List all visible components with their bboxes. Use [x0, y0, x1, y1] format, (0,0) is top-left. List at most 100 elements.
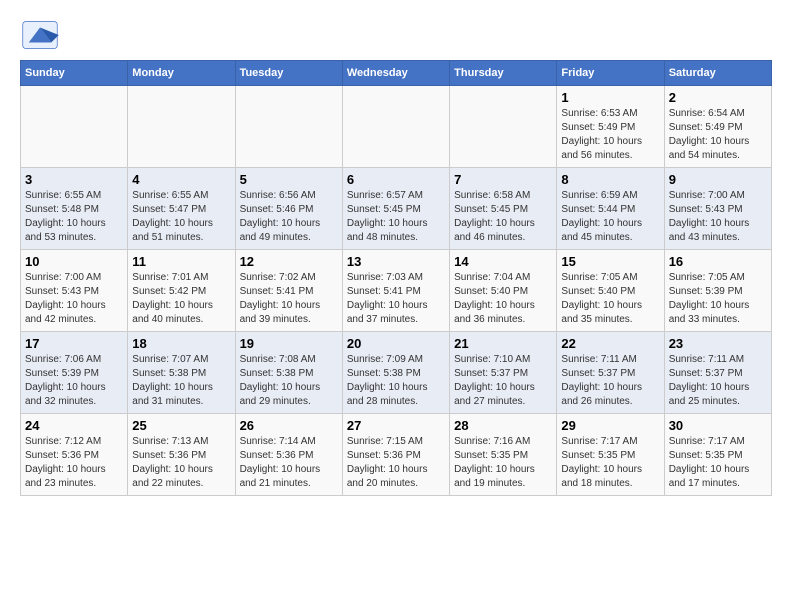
day-number: 17	[25, 336, 123, 351]
day-info: Sunrise: 7:12 AM Sunset: 5:36 PM Dayligh…	[25, 435, 123, 491]
calendar-cell: 10 Sunrise: 7:00 AM Sunset: 5:43 PM Dayli…	[21, 250, 128, 332]
day-number: 12	[240, 254, 338, 269]
calendar-week-3: 10 Sunrise: 7:00 AM Sunset: 5:43 PM Dayli…	[21, 250, 772, 332]
calendar-week-1: 1 Sunrise: 6:53 AM Sunset: 5:49 PM Daylig…	[21, 86, 772, 168]
calendar-cell: 19 Sunrise: 7:08 AM Sunset: 5:38 PM Dayli…	[235, 332, 342, 414]
day-info: Sunrise: 7:06 AM Sunset: 5:39 PM Dayligh…	[25, 353, 123, 409]
day-number: 5	[240, 172, 338, 187]
day-info: Sunrise: 6:54 AM Sunset: 5:49 PM Dayligh…	[669, 107, 767, 163]
day-info: Sunrise: 6:55 AM Sunset: 5:48 PM Dayligh…	[25, 189, 123, 245]
day-info: Sunrise: 7:07 AM Sunset: 5:38 PM Dayligh…	[132, 353, 230, 409]
calendar-cell: 5 Sunrise: 6:56 AM Sunset: 5:46 PM Daylig…	[235, 168, 342, 250]
calendar-cell: 26 Sunrise: 7:14 AM Sunset: 5:36 PM Dayli…	[235, 414, 342, 496]
day-number: 9	[669, 172, 767, 187]
calendar-cell: 21Sunrise: 7:10 AM Sunset: 5:37 PM Dayli…	[450, 332, 557, 414]
calendar-table: SundayMondayTuesdayWednesdayThursdayFrid…	[20, 60, 772, 496]
day-header-thursday: Thursday	[450, 61, 557, 86]
day-info: Sunrise: 6:59 AM Sunset: 5:44 PM Dayligh…	[561, 189, 659, 245]
day-header-saturday: Saturday	[664, 61, 771, 86]
day-number: 4	[132, 172, 230, 187]
day-info: Sunrise: 7:05 AM Sunset: 5:40 PM Dayligh…	[561, 271, 659, 327]
calendar-cell: 3 Sunrise: 6:55 AM Sunset: 5:48 PM Daylig…	[21, 168, 128, 250]
day-number: 27	[347, 418, 445, 433]
day-number: 13	[347, 254, 445, 269]
calendar-cell: 16Sunrise: 7:05 AM Sunset: 5:39 PM Dayli…	[664, 250, 771, 332]
calendar-cell	[128, 86, 235, 168]
day-number: 26	[240, 418, 338, 433]
calendar-cell: 20 Sunrise: 7:09 AM Sunset: 5:38 PM Dayli…	[342, 332, 449, 414]
calendar-cell: 24 Sunrise: 7:12 AM Sunset: 5:36 PM Dayli…	[21, 414, 128, 496]
day-number: 6	[347, 172, 445, 187]
day-info: Sunrise: 7:15 AM Sunset: 5:36 PM Dayligh…	[347, 435, 445, 491]
calendar-cell	[235, 86, 342, 168]
calendar-week-5: 24 Sunrise: 7:12 AM Sunset: 5:36 PM Dayli…	[21, 414, 772, 496]
day-number: 10	[25, 254, 123, 269]
calendar-cell: 2 Sunrise: 6:54 AM Sunset: 5:49 PM Daylig…	[664, 86, 771, 168]
day-number: 18	[132, 336, 230, 351]
logo	[20, 20, 64, 50]
day-header-friday: Friday	[557, 61, 664, 86]
calendar-cell: 6 Sunrise: 6:57 AM Sunset: 5:45 PM Daylig…	[342, 168, 449, 250]
calendar-cell: 1 Sunrise: 6:53 AM Sunset: 5:49 PM Daylig…	[557, 86, 664, 168]
day-header-wednesday: Wednesday	[342, 61, 449, 86]
logo-icon	[20, 20, 60, 50]
day-info: Sunrise: 6:56 AM Sunset: 5:46 PM Dayligh…	[240, 189, 338, 245]
day-info: Sunrise: 7:00 AM Sunset: 5:43 PM Dayligh…	[25, 271, 123, 327]
calendar-header: SundayMondayTuesdayWednesdayThursdayFrid…	[21, 61, 772, 86]
day-info: Sunrise: 7:17 AM Sunset: 5:35 PM Dayligh…	[561, 435, 659, 491]
day-info: Sunrise: 7:03 AM Sunset: 5:41 PM Dayligh…	[347, 271, 445, 327]
calendar-cell: 11 Sunrise: 7:01 AM Sunset: 5:42 PM Dayli…	[128, 250, 235, 332]
day-info: Sunrise: 7:04 AM Sunset: 5:40 PM Dayligh…	[454, 271, 552, 327]
calendar-cell: 17 Sunrise: 7:06 AM Sunset: 5:39 PM Dayli…	[21, 332, 128, 414]
day-number: 20	[347, 336, 445, 351]
day-number: 23	[669, 336, 767, 351]
day-number: 21	[454, 336, 552, 351]
day-info: Sunrise: 7:11 AM Sunset: 5:37 PM Dayligh…	[561, 353, 659, 409]
day-header-sunday: Sunday	[21, 61, 128, 86]
calendar-cell: 13 Sunrise: 7:03 AM Sunset: 5:41 PM Dayli…	[342, 250, 449, 332]
day-info: Sunrise: 7:11 AM Sunset: 5:37 PM Dayligh…	[669, 353, 767, 409]
day-info: Sunrise: 7:08 AM Sunset: 5:38 PM Dayligh…	[240, 353, 338, 409]
day-number: 30	[669, 418, 767, 433]
calendar-cell: 27 Sunrise: 7:15 AM Sunset: 5:36 PM Dayli…	[342, 414, 449, 496]
day-number: 8	[561, 172, 659, 187]
calendar-cell: 28Sunrise: 7:16 AM Sunset: 5:35 PM Dayli…	[450, 414, 557, 496]
day-number: 3	[25, 172, 123, 187]
day-info: Sunrise: 7:16 AM Sunset: 5:35 PM Dayligh…	[454, 435, 552, 491]
day-header-monday: Monday	[128, 61, 235, 86]
calendar-cell	[342, 86, 449, 168]
day-number: 19	[240, 336, 338, 351]
calendar-week-4: 17 Sunrise: 7:06 AM Sunset: 5:39 PM Dayli…	[21, 332, 772, 414]
calendar-cell: 25Sunrise: 7:13 AM Sunset: 5:36 PM Dayli…	[128, 414, 235, 496]
day-number: 15	[561, 254, 659, 269]
day-number: 24	[25, 418, 123, 433]
day-info: Sunrise: 7:02 AM Sunset: 5:41 PM Dayligh…	[240, 271, 338, 327]
day-number: 29	[561, 418, 659, 433]
calendar-cell: 9 Sunrise: 7:00 AM Sunset: 5:43 PM Daylig…	[664, 168, 771, 250]
calendar-cell: 7Sunrise: 6:58 AM Sunset: 5:45 PM Daylig…	[450, 168, 557, 250]
header	[20, 20, 772, 50]
day-number: 1	[561, 90, 659, 105]
day-info: Sunrise: 6:53 AM Sunset: 5:49 PM Dayligh…	[561, 107, 659, 163]
calendar-cell	[21, 86, 128, 168]
day-number: 7	[454, 172, 552, 187]
day-info: Sunrise: 7:01 AM Sunset: 5:42 PM Dayligh…	[132, 271, 230, 327]
day-info: Sunrise: 6:55 AM Sunset: 5:47 PM Dayligh…	[132, 189, 230, 245]
calendar-cell: 18 Sunrise: 7:07 AM Sunset: 5:38 PM Dayli…	[128, 332, 235, 414]
day-info: Sunrise: 7:00 AM Sunset: 5:43 PM Dayligh…	[669, 189, 767, 245]
day-header-tuesday: Tuesday	[235, 61, 342, 86]
day-info: Sunrise: 7:14 AM Sunset: 5:36 PM Dayligh…	[240, 435, 338, 491]
calendar-cell: 29 Sunrise: 7:17 AM Sunset: 5:35 PM Dayli…	[557, 414, 664, 496]
day-info: Sunrise: 7:09 AM Sunset: 5:38 PM Dayligh…	[347, 353, 445, 409]
calendar-week-2: 3 Sunrise: 6:55 AM Sunset: 5:48 PM Daylig…	[21, 168, 772, 250]
calendar-cell: 22 Sunrise: 7:11 AM Sunset: 5:37 PM Dayli…	[557, 332, 664, 414]
calendar-cell: 30Sunrise: 7:17 AM Sunset: 5:35 PM Dayli…	[664, 414, 771, 496]
day-number: 16	[669, 254, 767, 269]
day-number: 22	[561, 336, 659, 351]
calendar-cell: 8 Sunrise: 6:59 AM Sunset: 5:44 PM Daylig…	[557, 168, 664, 250]
day-info: Sunrise: 7:13 AM Sunset: 5:36 PM Dayligh…	[132, 435, 230, 491]
day-info: Sunrise: 6:57 AM Sunset: 5:45 PM Dayligh…	[347, 189, 445, 245]
calendar-cell: 12 Sunrise: 7:02 AM Sunset: 5:41 PM Dayli…	[235, 250, 342, 332]
day-number: 11	[132, 254, 230, 269]
day-number: 2	[669, 90, 767, 105]
